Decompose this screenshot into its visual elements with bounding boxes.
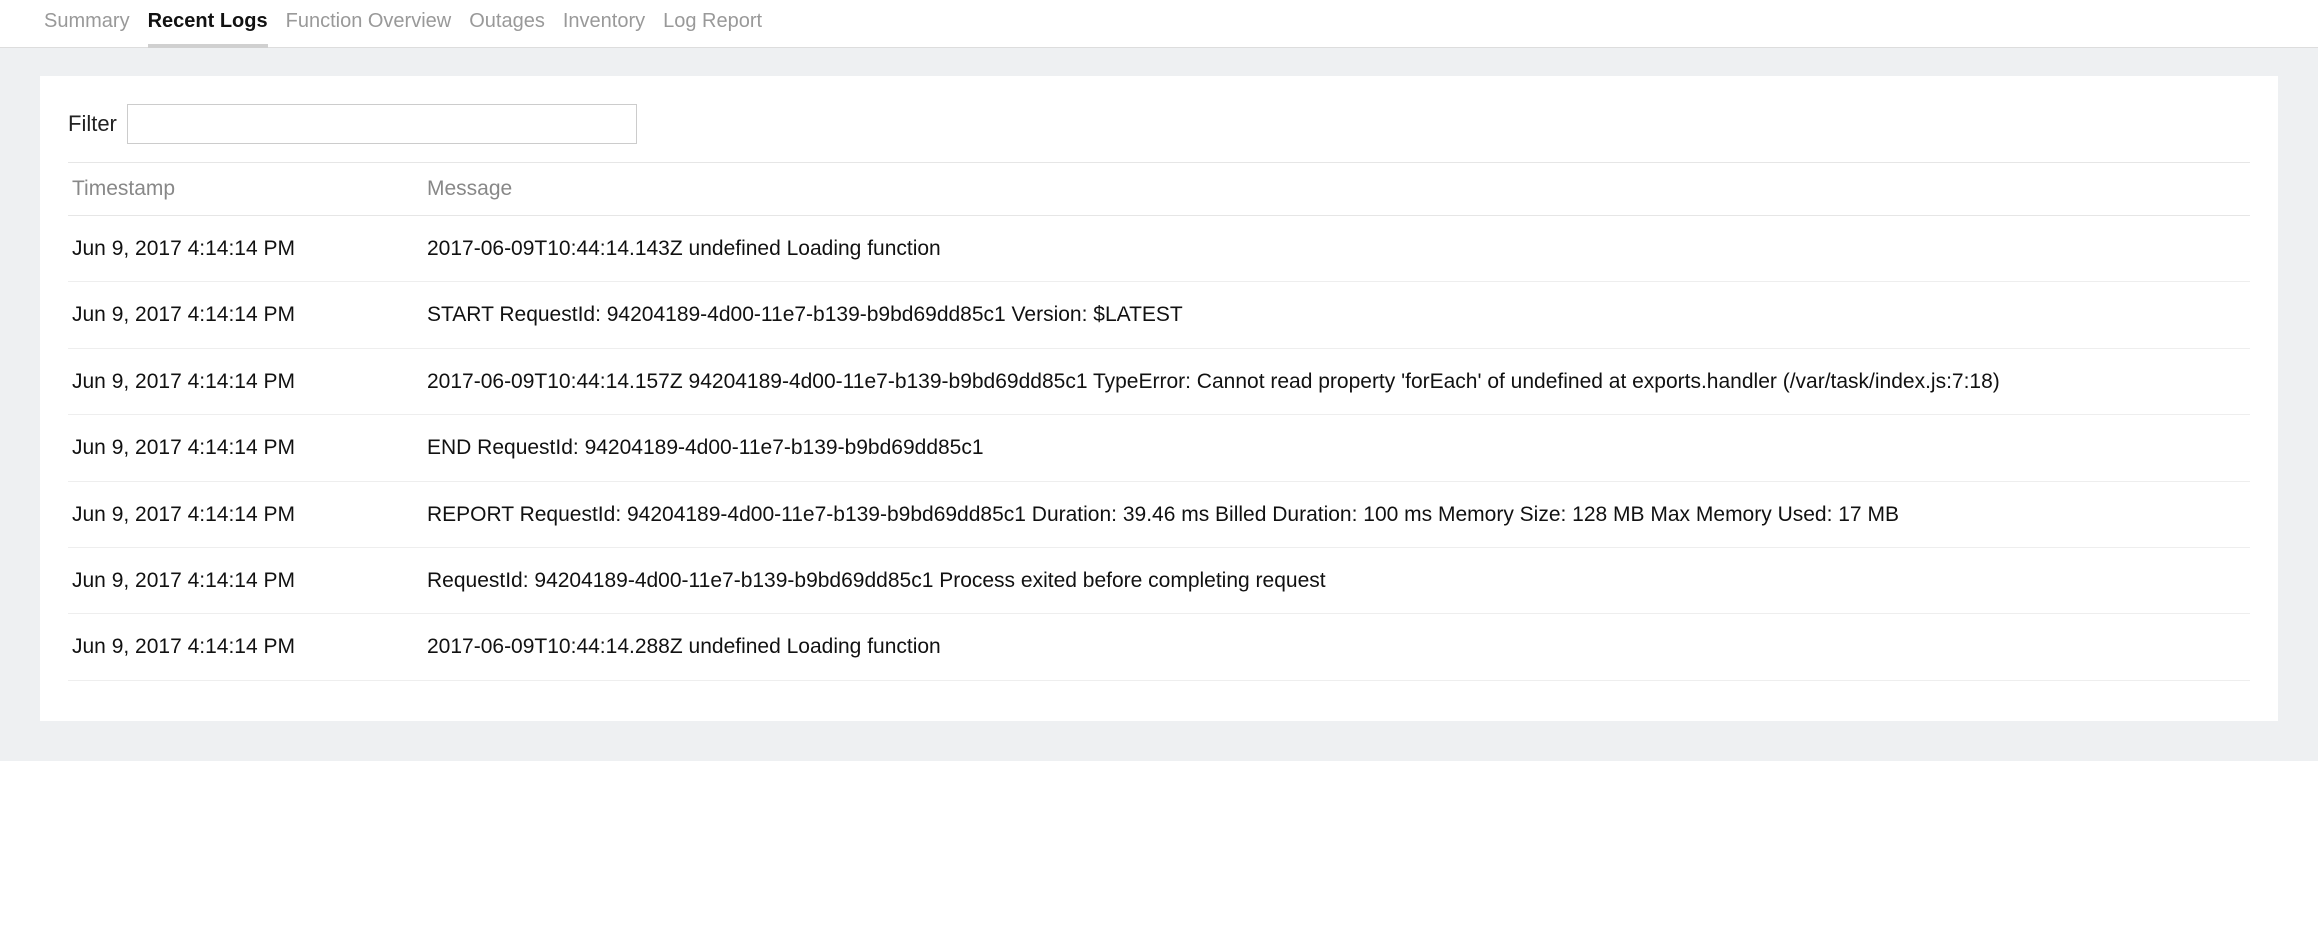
log-table: Timestamp Message Jun 9, 2017 4:14:14 PM… xyxy=(68,162,2250,681)
cell-message: REPORT RequestId: 94204189-4d00-11e7-b13… xyxy=(423,481,2250,547)
table-row: Jun 9, 2017 4:14:14 PM START RequestId: … xyxy=(68,282,2250,348)
table-row: Jun 9, 2017 4:14:14 PM 2017-06-09T10:44:… xyxy=(68,348,2250,414)
cell-timestamp: Jun 9, 2017 4:14:14 PM xyxy=(68,348,423,414)
cell-message: 2017-06-09T10:44:14.157Z 94204189-4d00-1… xyxy=(423,348,2250,414)
filter-row: Filter xyxy=(68,100,2250,162)
cell-timestamp: Jun 9, 2017 4:14:14 PM xyxy=(68,614,423,680)
filter-input[interactable] xyxy=(127,104,637,144)
page-body: Filter Timestamp Message Jun 9, 2017 4:1… xyxy=(0,48,2318,761)
cell-message: START RequestId: 94204189-4d00-11e7-b139… xyxy=(423,282,2250,348)
cell-message: RequestId: 94204189-4d00-11e7-b139-b9bd6… xyxy=(423,547,2250,613)
cell-timestamp: Jun 9, 2017 4:14:14 PM xyxy=(68,415,423,481)
table-row: Jun 9, 2017 4:14:14 PM RequestId: 942041… xyxy=(68,547,2250,613)
table-row: Jun 9, 2017 4:14:14 PM 2017-06-09T10:44:… xyxy=(68,216,2250,282)
table-row: Jun 9, 2017 4:14:14 PM 2017-06-09T10:44:… xyxy=(68,614,2250,680)
tab-log-report[interactable]: Log Report xyxy=(663,0,762,47)
tab-recent-logs[interactable]: Recent Logs xyxy=(148,0,268,47)
cell-message: 2017-06-09T10:44:14.288Z undefined Loadi… xyxy=(423,614,2250,680)
cell-timestamp: Jun 9, 2017 4:14:14 PM xyxy=(68,547,423,613)
cell-message: 2017-06-09T10:44:14.143Z undefined Loadi… xyxy=(423,216,2250,282)
tabs-bar: Summary Recent Logs Function Overview Ou… xyxy=(0,0,2318,48)
logs-panel: Filter Timestamp Message Jun 9, 2017 4:1… xyxy=(40,76,2278,721)
table-row: Jun 9, 2017 4:14:14 PM END RequestId: 94… xyxy=(68,415,2250,481)
col-header-message[interactable]: Message xyxy=(423,163,2250,216)
filter-label: Filter xyxy=(68,111,117,137)
cell-timestamp: Jun 9, 2017 4:14:14 PM xyxy=(68,216,423,282)
tab-summary[interactable]: Summary xyxy=(44,0,130,47)
cell-timestamp: Jun 9, 2017 4:14:14 PM xyxy=(68,481,423,547)
col-header-timestamp[interactable]: Timestamp xyxy=(68,163,423,216)
table-row: Jun 9, 2017 4:14:14 PM REPORT RequestId:… xyxy=(68,481,2250,547)
tab-outages[interactable]: Outages xyxy=(469,0,545,47)
tab-inventory[interactable]: Inventory xyxy=(563,0,645,47)
tab-function-overview[interactable]: Function Overview xyxy=(286,0,452,47)
cell-message: END RequestId: 94204189-4d00-11e7-b139-b… xyxy=(423,415,2250,481)
cell-timestamp: Jun 9, 2017 4:14:14 PM xyxy=(68,282,423,348)
